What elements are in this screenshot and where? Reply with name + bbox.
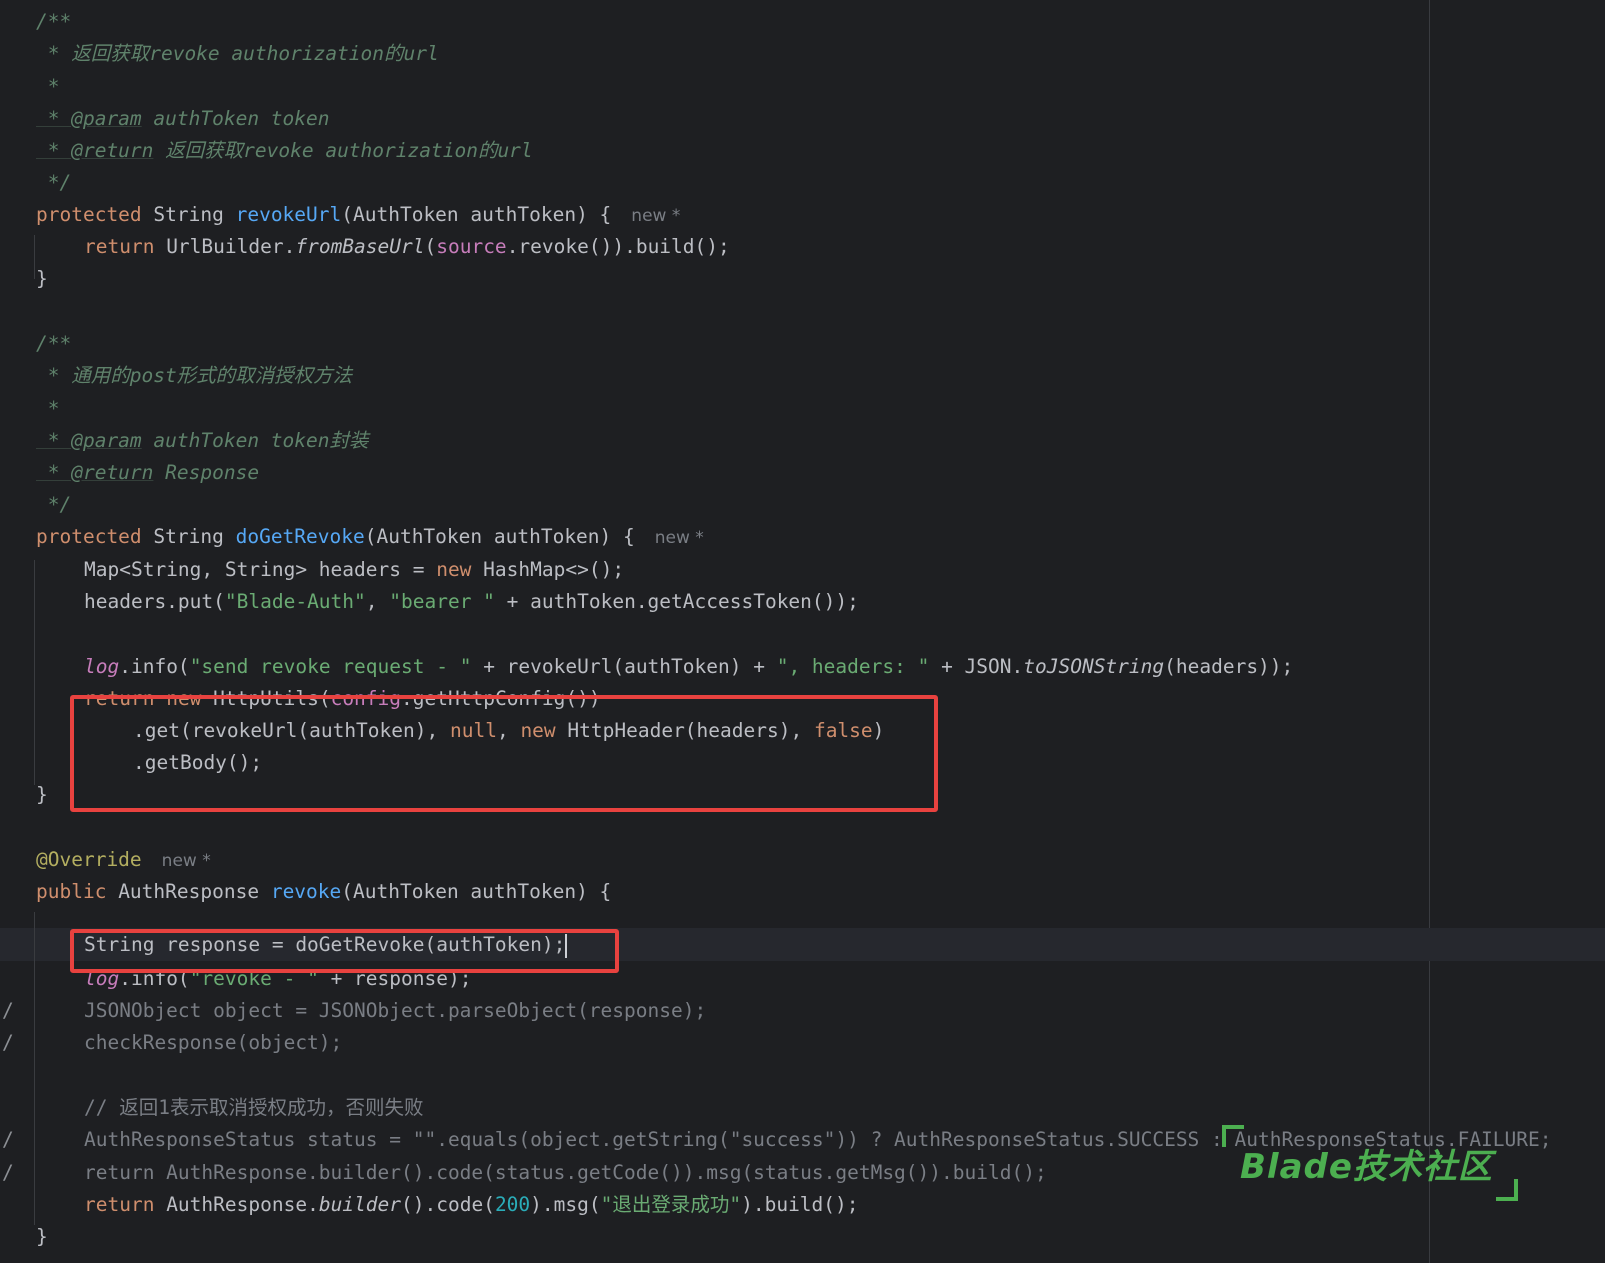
code-line[interactable]: return AuthResponse.builder().code(200).… bbox=[36, 1188, 859, 1221]
watermark-corner-bottom-right bbox=[1496, 1179, 1518, 1201]
code-line[interactable]: // 返回1表示取消授权成功，否则失败 bbox=[36, 1091, 423, 1124]
code-line[interactable]: protected String doGetRevoke(AuthToken a… bbox=[36, 520, 704, 553]
code-line[interactable]: /** bbox=[36, 5, 71, 38]
code-line[interactable]: public AuthResponse revoke(AuthToken aut… bbox=[36, 875, 611, 908]
code-line[interactable]: } bbox=[36, 262, 48, 295]
code-line[interactable]: } bbox=[36, 1220, 48, 1253]
code-line[interactable]: log.info("send revoke request - " + revo… bbox=[36, 650, 1293, 683]
commented-line-marker: / bbox=[2, 1161, 14, 1184]
commented-line-marker: / bbox=[2, 999, 14, 1022]
code-line[interactable]: JSONObject object = JSONObject.parseObje… bbox=[36, 994, 706, 1027]
code-line[interactable]: protected String revokeUrl(AuthToken aut… bbox=[36, 198, 680, 231]
code-line[interactable]: * @return Response bbox=[36, 456, 259, 489]
code-line[interactable]: * bbox=[36, 70, 60, 103]
code-line[interactable]: * 通用的post形式的取消授权方法 bbox=[36, 359, 352, 392]
code-line[interactable]: headers.put("Blade-Auth", "bearer " + au… bbox=[36, 585, 859, 618]
highlight-box-http-call bbox=[70, 695, 938, 812]
commented-line-marker: / bbox=[2, 1128, 14, 1151]
indent-guide bbox=[34, 560, 35, 785]
watermark: Blade技术社区 bbox=[1218, 1125, 1518, 1201]
code-line[interactable]: */ bbox=[36, 166, 72, 199]
watermark-text: Blade技术社区 bbox=[1240, 1147, 1493, 1187]
code-line[interactable]: checkResponse(object); bbox=[36, 1026, 342, 1059]
right-margin-guide bbox=[1429, 0, 1430, 1263]
indent-guide bbox=[34, 912, 35, 1225]
highlight-box-response-line bbox=[70, 929, 619, 973]
code-line[interactable]: return AuthResponse.builder().code(statu… bbox=[36, 1156, 1047, 1189]
code-line[interactable]: * @return 返回获取revoke authorization的url bbox=[36, 134, 533, 167]
code-line[interactable]: } bbox=[36, 778, 48, 811]
code-line[interactable]: @Override new * bbox=[36, 843, 211, 876]
usage-hint[interactable]: new * bbox=[162, 851, 211, 871]
code-line[interactable]: /** bbox=[36, 327, 71, 360]
code-line[interactable]: * @param authToken token bbox=[36, 102, 330, 135]
code-line[interactable]: * @param authToken token封装 bbox=[36, 424, 369, 457]
code-line[interactable]: return UrlBuilder.fromBaseUrl(source.rev… bbox=[36, 230, 730, 263]
commented-line-marker: / bbox=[2, 1031, 14, 1054]
code-line[interactable]: Map<String, String> headers = new HashMa… bbox=[36, 553, 624, 586]
usage-hint[interactable]: new * bbox=[631, 206, 680, 226]
code-line[interactable]: * bbox=[36, 392, 60, 425]
indent-guide bbox=[34, 235, 35, 279]
code-line[interactable]: * 返回获取revoke authorization的url bbox=[36, 37, 439, 70]
code-line[interactable]: */ bbox=[36, 488, 72, 521]
code-editor[interactable]: /** * 返回获取revoke authorization的url * * @… bbox=[0, 0, 1605, 1263]
usage-hint[interactable]: new * bbox=[655, 528, 704, 548]
